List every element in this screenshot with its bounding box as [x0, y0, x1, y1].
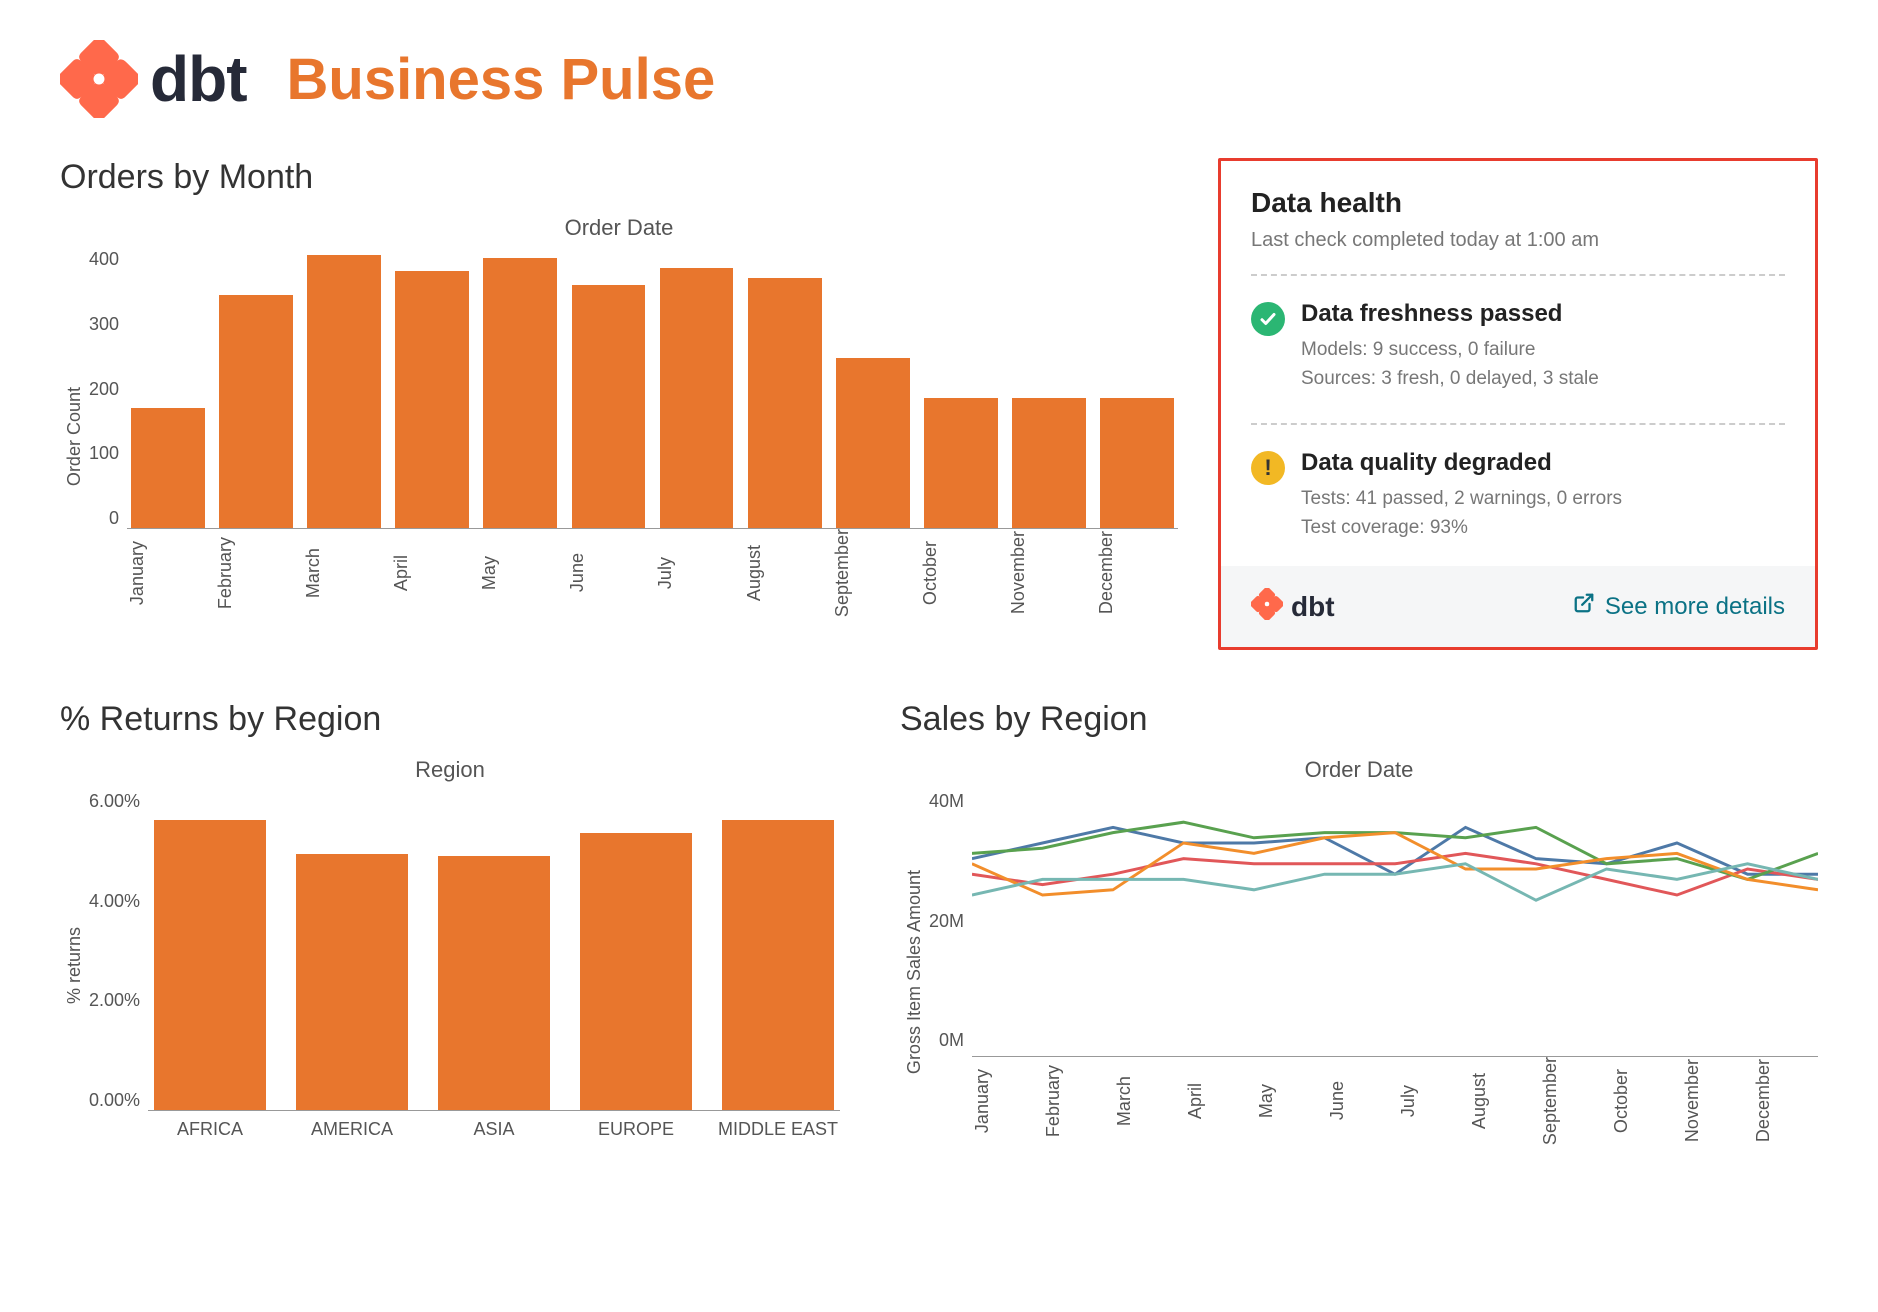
returns-yticks: 6.00%4.00%2.00%0.00% — [89, 791, 148, 1111]
bar — [716, 820, 840, 1110]
bar — [574, 833, 698, 1110]
returns-bars — [148, 791, 840, 1111]
see-more-link[interactable]: See more details — [1573, 592, 1785, 621]
sales-ylabel: Gross Item Sales Amount — [900, 791, 929, 1153]
x-tick-label: October — [1611, 1057, 1676, 1153]
orders-xlabels: JanuaryFebruaryMarchAprilMayJuneJulyAugu… — [127, 529, 1178, 625]
sales-xlabels: JanuaryFebruaryMarchAprilMayJuneJulyAugu… — [972, 1057, 1818, 1153]
x-tick-label: August — [1469, 1057, 1534, 1153]
freshness-line1: Models: 9 success, 0 failure — [1301, 336, 1599, 365]
x-tick-label: ASIA — [432, 1111, 556, 1140]
x-tick-label: January — [972, 1057, 1037, 1153]
footer-logo-text: dbt — [1291, 591, 1335, 623]
x-tick-label: AMERICA — [290, 1111, 414, 1140]
x-tick-label: June — [1327, 1057, 1392, 1153]
divider — [1251, 423, 1785, 425]
dashboard-header: dbt Business Pulse — [60, 40, 1818, 118]
bar — [744, 278, 826, 528]
x-tick-label: December — [1096, 529, 1178, 625]
health-footer: dbt See more details — [1221, 566, 1815, 647]
quality-line2: Test coverage: 93% — [1301, 514, 1622, 543]
external-link-icon — [1573, 592, 1595, 621]
x-tick-label: April — [391, 529, 473, 625]
sales-title: Sales by Region — [900, 700, 1818, 739]
health-title: Data health — [1251, 187, 1785, 219]
data-health-card: Data health Last check completed today a… — [1218, 158, 1818, 650]
returns-xlabels: AFRICA AMERICA ASIA EUROPE MIDDLE EAST — [148, 1111, 840, 1140]
quality-title: Data quality degraded — [1301, 449, 1622, 477]
bar — [432, 856, 556, 1110]
bar — [303, 255, 385, 528]
bar — [656, 268, 738, 528]
bar — [1096, 398, 1178, 528]
sales-yticks: 40M20M0M — [929, 791, 972, 1051]
bar — [479, 258, 561, 528]
x-tick-label: July — [655, 529, 737, 625]
bar — [215, 295, 297, 528]
x-tick-label: February — [215, 529, 297, 625]
bar — [920, 398, 1002, 528]
x-tick-label: August — [744, 529, 826, 625]
x-tick-label: AFRICA — [148, 1111, 272, 1140]
page-title: Business Pulse — [287, 46, 716, 113]
orders-yticks: 4003002001000 — [89, 249, 127, 529]
x-tick-label: December — [1753, 1057, 1818, 1153]
orders-title: Orders by Month — [60, 158, 1178, 197]
dbt-logo-icon — [60, 40, 138, 118]
divider — [1251, 274, 1785, 276]
bar — [391, 271, 473, 528]
bar — [567, 285, 649, 528]
logo-text: dbt — [150, 42, 247, 116]
sales-by-region-card: Sales by Region Order Date Gross Item Sa… — [900, 700, 1818, 1153]
quality-line1: Tests: 41 passed, 2 warnings, 0 errors — [1301, 485, 1622, 514]
bar — [290, 854, 414, 1110]
x-tick-label: May — [1256, 1057, 1321, 1153]
quality-row: ! Data quality degraded Tests: 41 passed… — [1251, 441, 1785, 556]
x-tick-label: April — [1185, 1057, 1250, 1153]
x-tick-label: March — [1114, 1057, 1179, 1153]
sales-lines — [972, 791, 1818, 1051]
x-tick-label: November — [1682, 1057, 1747, 1153]
orders-subtitle: Order Date — [60, 215, 1178, 241]
sales-subtitle: Order Date — [900, 757, 1818, 783]
x-tick-label: November — [1008, 529, 1090, 625]
x-tick-label: February — [1043, 1057, 1108, 1153]
freshness-row: Data freshness passed Models: 9 success,… — [1251, 292, 1785, 407]
logo-block: dbt — [60, 40, 247, 118]
x-tick-label: July — [1398, 1057, 1463, 1153]
freshness-line2: Sources: 3 fresh, 0 delayed, 3 stale — [1301, 365, 1599, 394]
orders-by-month-card: Orders by Month Order Date Order Count 4… — [60, 158, 1178, 625]
dbt-logo-icon — [1251, 588, 1283, 625]
returns-ylabel: % returns — [60, 791, 89, 1140]
x-tick-label: September — [832, 529, 914, 625]
x-tick-label: October — [920, 529, 1002, 625]
health-subtitle: Last check completed today at 1:00 am — [1251, 229, 1785, 252]
warning-icon: ! — [1251, 451, 1285, 485]
x-tick-label: March — [303, 529, 385, 625]
returns-subtitle: Region — [60, 757, 840, 783]
orders-bars — [127, 249, 1178, 529]
bar — [148, 820, 272, 1110]
orders-ylabel: Order Count — [60, 249, 89, 625]
bar — [1008, 398, 1090, 528]
returns-title: % Returns by Region — [60, 700, 840, 739]
x-tick-label: September — [1540, 1057, 1605, 1153]
check-icon — [1251, 302, 1285, 336]
freshness-title: Data freshness passed — [1301, 300, 1599, 328]
x-tick-label: MIDDLE EAST — [716, 1111, 840, 1140]
see-more-label: See more details — [1605, 593, 1785, 621]
x-tick-label: May — [479, 529, 561, 625]
footer-logo: dbt — [1251, 588, 1335, 625]
returns-by-region-card: % Returns by Region Region % returns 6.0… — [60, 700, 840, 1153]
x-tick-label: June — [567, 529, 649, 625]
bar — [832, 358, 914, 528]
x-tick-label: January — [127, 529, 209, 625]
bar — [127, 408, 209, 528]
x-tick-label: EUROPE — [574, 1111, 698, 1140]
